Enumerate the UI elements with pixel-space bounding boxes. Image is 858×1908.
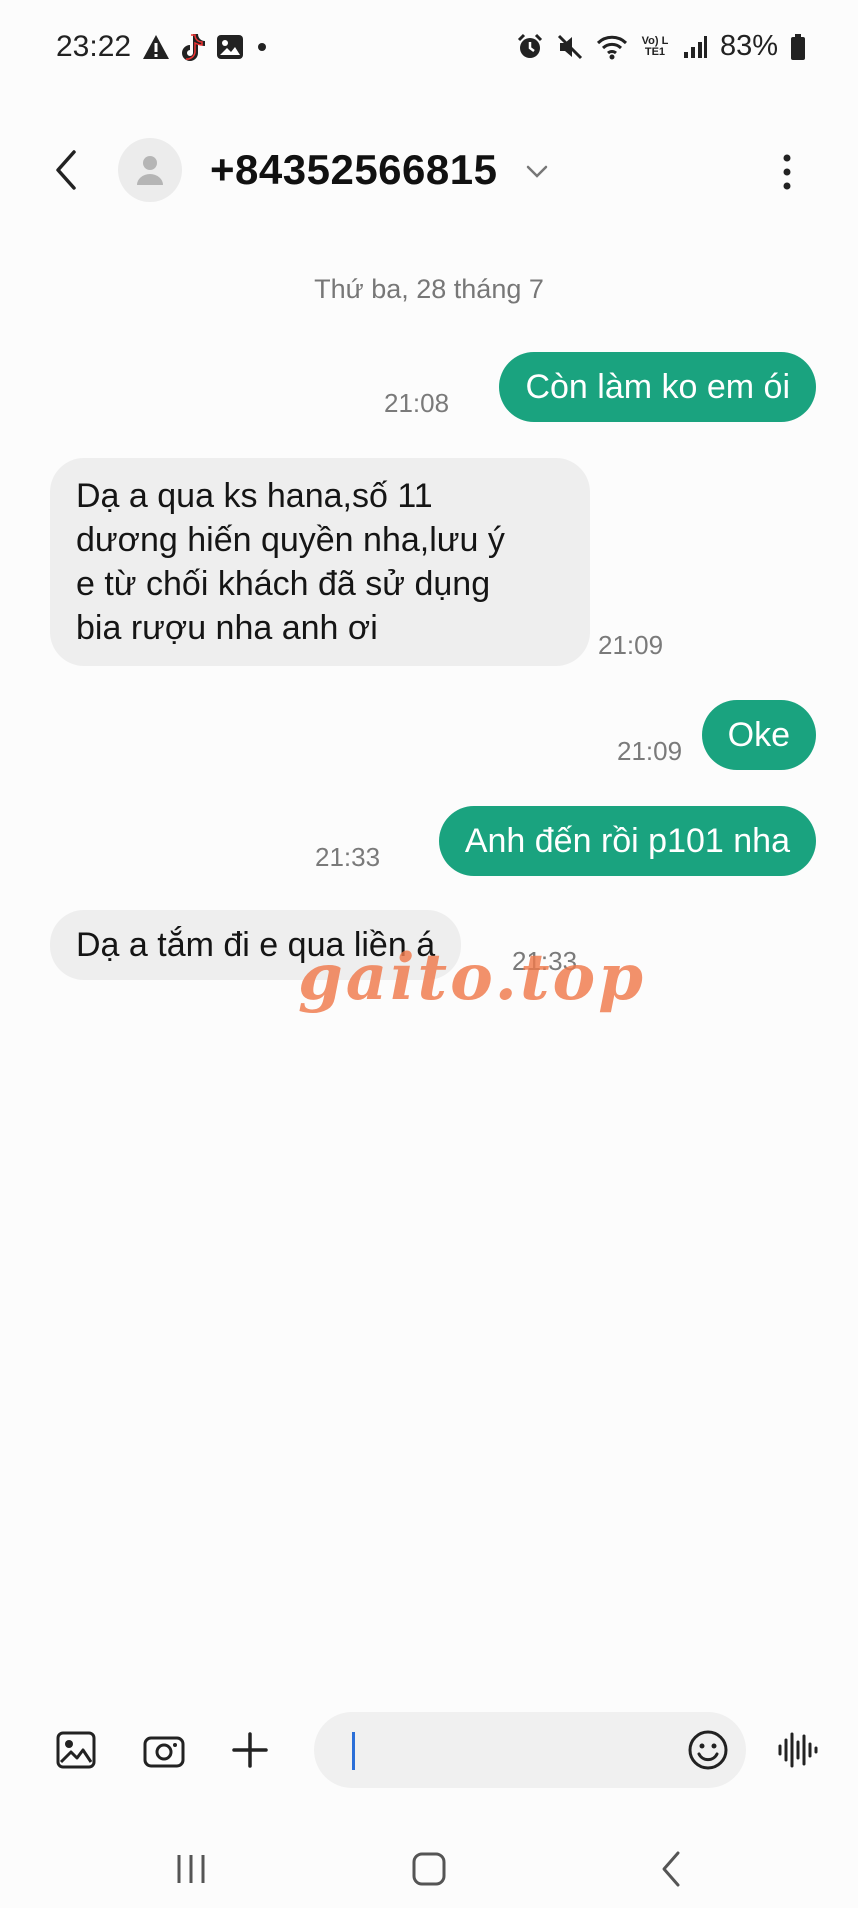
date-divider: Thứ ba, 28 tháng 7 <box>314 274 544 304</box>
contact-name[interactable]: +84352566815 <box>210 146 497 194</box>
attach-image-button[interactable] <box>52 1726 100 1774</box>
emoji-button[interactable] <box>686 1728 730 1772</box>
message-time: 21:09 <box>617 736 683 766</box>
status-time: 23:22 <box>56 30 132 63</box>
back-nav-icon <box>662 1851 680 1887</box>
image-icon <box>56 1731 96 1769</box>
back-nav-button[interactable] <box>646 1844 696 1894</box>
camera-button[interactable] <box>140 1726 188 1774</box>
add-attachment-button[interactable] <box>226 1726 274 1774</box>
recents-icon <box>177 1855 205 1883</box>
message-time: 21:08 <box>384 388 450 418</box>
camera-icon <box>143 1736 185 1768</box>
message-text: Oke <box>727 716 790 754</box>
person-icon <box>137 156 163 185</box>
more-vert-icon <box>783 154 791 190</box>
chevron-down-icon[interactable] <box>524 158 550 184</box>
battery-percent: 83% <box>719 30 778 62</box>
warning-icon <box>142 34 170 60</box>
text-caret <box>352 1732 355 1770</box>
wifi-icon <box>596 33 628 61</box>
message-text: Anh đến rồi p101 nha <box>464 822 790 860</box>
recents-button[interactable] <box>166 1844 216 1894</box>
message-outgoing[interactable]: Anh đến rồi p101 nha <box>438 806 816 876</box>
status-bar: 23:22 Vo) LTE1 83% <box>0 0 858 100</box>
message-outgoing[interactable]: Oke <box>701 700 816 770</box>
home-icon <box>412 1852 446 1886</box>
message-composer <box>0 1700 858 1800</box>
message-line: Dạ a qua ks hana,số 11 <box>76 477 433 515</box>
voice-icon <box>778 1732 818 1768</box>
voice-record-button[interactable] <box>774 1726 822 1774</box>
message-outgoing[interactable]: Còn làm ko em ói <box>499 352 816 422</box>
dot-icon <box>254 39 270 55</box>
conversation-header: +84352566815 <box>0 130 858 210</box>
message-line: dương hiến quyền nha,lưu ý <box>76 521 505 559</box>
navigation-bar <box>0 1830 858 1908</box>
volte-lte-icon: Vo) LTE1 <box>640 34 670 58</box>
gallery-icon <box>216 34 244 60</box>
status-left-icons <box>142 32 270 62</box>
message-line: e từ chối khách đã sử dụng <box>76 565 491 603</box>
contact-avatar[interactable] <box>118 138 182 202</box>
battery-icon <box>790 33 806 61</box>
message-text: Còn làm ko em ói <box>525 368 790 406</box>
home-button[interactable] <box>404 1844 454 1894</box>
back-button[interactable] <box>48 148 88 192</box>
signal-icon <box>682 34 708 60</box>
message-incoming[interactable]: Dạ a qua ks hana,số 11 dương hiến quyền … <box>50 458 590 666</box>
more-options-button[interactable] <box>772 150 802 194</box>
message-input[interactable] <box>314 1712 746 1788</box>
message-time: 21:33 <box>315 842 381 872</box>
emoji-icon <box>688 1730 728 1770</box>
status-right-icons: Vo) LTE1 83% <box>516 30 806 63</box>
plus-icon <box>232 1732 268 1768</box>
tiktok-icon <box>180 32 206 62</box>
back-arrow-icon <box>56 150 76 190</box>
mute-icon <box>556 33 584 61</box>
alarm-icon <box>516 33 544 61</box>
volte-label: Vo) LTE1 <box>641 34 669 58</box>
message-line: bia rượu nha anh ơi <box>76 609 378 647</box>
watermark: gaito.top <box>298 940 646 1015</box>
message-time: 21:09 <box>598 630 664 660</box>
